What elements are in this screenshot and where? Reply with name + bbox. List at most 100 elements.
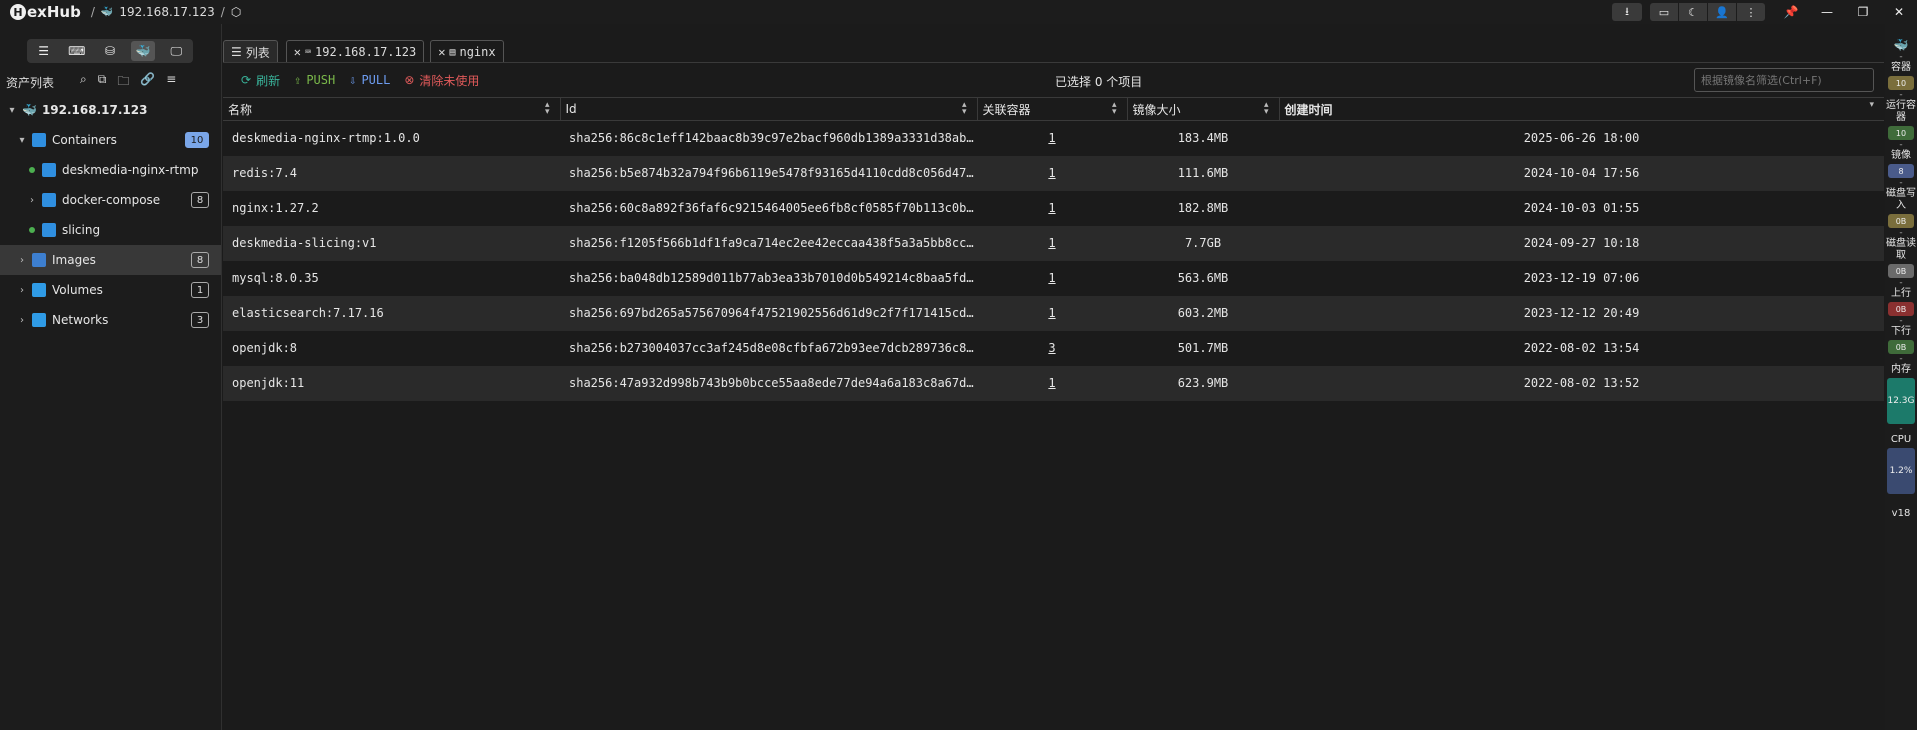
- toolbar-group-2: ▭ ☾ 👤 ⋮: [1650, 3, 1765, 21]
- image-id: sha256:b5e874b32a794f96b6119e5478f93165d…: [560, 155, 977, 191]
- tree-compose-group[interactable]: › docker-compose 8: [0, 185, 221, 215]
- tree-host[interactable]: ▾ 🐳 192.168.17.123: [0, 95, 221, 125]
- stat-label: 容器: [1891, 62, 1911, 73]
- sort-icon[interactable]: ▴ ▾: [962, 101, 967, 117]
- sort-icon[interactable]: ▴ ▾: [1264, 101, 1269, 117]
- container-label: deskmedia-nginx-rtmp: [62, 163, 199, 177]
- stat-value: 10: [1888, 76, 1914, 90]
- image-filter-input[interactable]: [1694, 68, 1874, 92]
- pull-button[interactable]: ⇩ PULL: [349, 73, 390, 87]
- collapse-icon[interactable]: ≡: [166, 72, 176, 93]
- user-icon[interactable]: 👤: [1708, 3, 1736, 21]
- list-icon[interactable]: ☰: [32, 41, 56, 61]
- refresh-button[interactable]: ⟳ 刷新: [241, 72, 280, 89]
- volumes-count: 1: [191, 282, 209, 298]
- close-icon[interactable]: ✕: [294, 45, 301, 59]
- terminal-icon[interactable]: ⌨: [65, 41, 89, 61]
- stat-value: 0B: [1888, 214, 1914, 228]
- selection-status: 已选择 0 个项目: [1055, 75, 1143, 89]
- chevron-right-icon[interactable]: ›: [16, 315, 28, 326]
- tree-container-item[interactable]: deskmedia-nginx-rtmp: [0, 155, 221, 185]
- tab-host[interactable]: ✕ ⌨ 192.168.17.123: [285, 40, 425, 63]
- linked-containers[interactable]: 1: [977, 295, 1127, 331]
- sort-icon[interactable]: ▴ ▾: [545, 101, 550, 117]
- copy-icon[interactable]: ⧉: [98, 72, 107, 93]
- chevron-right-icon[interactable]: ›: [26, 195, 38, 206]
- push-label: PUSH: [306, 73, 336, 87]
- table-row[interactable]: nginx:1.27.2 sha256:60c8a892f36faf6c9215…: [223, 190, 1884, 226]
- linked-containers[interactable]: 1: [977, 190, 1127, 226]
- divider: -: [1899, 52, 1903, 62]
- table-row[interactable]: redis:7.4 sha256:b5e874b32a794f96b6119e5…: [223, 155, 1884, 191]
- image-size: 623.9MB: [1127, 365, 1279, 401]
- stat-label: 下行: [1891, 326, 1911, 337]
- image-name: redis:7.4: [223, 155, 560, 191]
- push-button[interactable]: ⇪ PUSH: [294, 73, 335, 87]
- column-label: 名称: [228, 102, 253, 117]
- column-size[interactable]: 镜像大小 ▴ ▾: [1126, 97, 1279, 121]
- download-icon[interactable]: ⭳: [1612, 3, 1642, 21]
- tab-list[interactable]: ☰ 列表: [223, 40, 278, 63]
- containers-count: 10: [185, 132, 209, 148]
- column-created[interactable]: 创建时间 ▾: [1278, 97, 1884, 121]
- volume-icon: [32, 283, 46, 297]
- database-icon[interactable]: ⛁: [98, 41, 122, 61]
- cube-icon[interactable]: ⬡: [231, 5, 241, 19]
- moon-icon[interactable]: ☾: [1679, 3, 1707, 21]
- images-count: 8: [191, 252, 209, 268]
- table-row[interactable]: deskmedia-slicing:v1 sha256:f1205f566b1d…: [223, 225, 1884, 261]
- close-icon[interactable]: ✕: [438, 45, 445, 59]
- chevron-down-icon[interactable]: ▾: [1869, 101, 1874, 110]
- download-file-icon: ⇩: [349, 73, 357, 87]
- search-icon[interactable]: ⌕: [80, 72, 87, 93]
- sort-icon[interactable]: ▴ ▾: [1112, 101, 1117, 117]
- main-panel: ⟳ 刷新 ⇪ PUSH ⇩ PULL ⊗ 清除未使用 已选择 0 个项目 名称 ▴…: [223, 62, 1884, 730]
- tree-images[interactable]: › Images 8: [0, 245, 221, 275]
- chevron-right-icon[interactable]: ›: [16, 285, 28, 296]
- remote-desktop-icon[interactable]: 🖵: [164, 41, 188, 61]
- close-icon[interactable]: ✕: [1881, 0, 1917, 24]
- column-id[interactable]: Id ▴ ▾: [559, 97, 977, 121]
- prune-button[interactable]: ⊗ 清除未使用: [404, 72, 479, 89]
- chevron-down-icon[interactable]: ▾: [6, 105, 18, 116]
- table-row[interactable]: openjdk:8 sha256:b273004037cc3af245d8e08…: [223, 330, 1884, 366]
- column-containers[interactable]: 关联容器 ▴ ▾: [976, 97, 1127, 121]
- table-row[interactable]: elasticsearch:7.17.16 sha256:697bd265a57…: [223, 295, 1884, 331]
- table-row[interactable]: deskmedia-nginx-rtmp:1.0.0 sha256:86c8c1…: [223, 120, 1884, 156]
- tree-networks[interactable]: › Networks 3: [0, 305, 221, 335]
- divider: -: [1899, 278, 1903, 288]
- container-label: slicing: [62, 223, 101, 237]
- linked-containers[interactable]: 1: [977, 155, 1127, 191]
- breadcrumb-host[interactable]: 192.168.17.123: [119, 5, 214, 19]
- tree-container-item[interactable]: slicing: [0, 215, 221, 245]
- linked-containers[interactable]: 1: [977, 120, 1127, 156]
- memory-value: 12.3G: [1887, 378, 1915, 424]
- linked-containers[interactable]: 1: [977, 365, 1127, 401]
- restore-icon[interactable]: ❐: [1845, 0, 1881, 24]
- chevron-right-icon[interactable]: ›: [16, 255, 28, 266]
- action-bar: ⟳ 刷新 ⇪ PUSH ⇩ PULL ⊗ 清除未使用 已选择 0 个项目: [223, 63, 1884, 97]
- minimize-icon[interactable]: —: [1809, 0, 1845, 24]
- docker-icon[interactable]: 🐳: [131, 41, 156, 61]
- tree-volumes[interactable]: › Volumes 1: [0, 275, 221, 305]
- new-folder-icon[interactable]: 🗀: [117, 72, 129, 93]
- chevron-down-icon[interactable]: ▾: [16, 135, 28, 146]
- image-size: 183.4MB: [1127, 120, 1279, 156]
- linked-containers[interactable]: 3: [977, 330, 1127, 366]
- tree-containers[interactable]: ▾ Containers 10: [0, 125, 221, 155]
- docker-icon: 🐳: [100, 6, 114, 18]
- link-icon[interactable]: 🔗: [140, 72, 155, 93]
- tab-nginx[interactable]: ✕ ▤ nginx: [430, 40, 504, 63]
- table-row[interactable]: mysql:8.0.35 sha256:ba048db12589d011b77a…: [223, 260, 1884, 296]
- running-status-icon: [29, 167, 35, 173]
- compose-icon: [42, 193, 56, 207]
- table-row[interactable]: openjdk:11 sha256:47a932d998b743b9b0bcce…: [223, 365, 1884, 401]
- toolbar-group-1: ⭳: [1612, 3, 1642, 21]
- pin-icon[interactable]: 📌: [1773, 0, 1809, 24]
- column-name[interactable]: 名称 ▴ ▾: [223, 97, 560, 121]
- more-icon[interactable]: ⋮: [1737, 3, 1765, 21]
- docker-icon: 🐳: [22, 103, 37, 117]
- linked-containers[interactable]: 1: [977, 260, 1127, 296]
- screen-icon[interactable]: ▭: [1650, 3, 1678, 21]
- linked-containers[interactable]: 1: [977, 225, 1127, 261]
